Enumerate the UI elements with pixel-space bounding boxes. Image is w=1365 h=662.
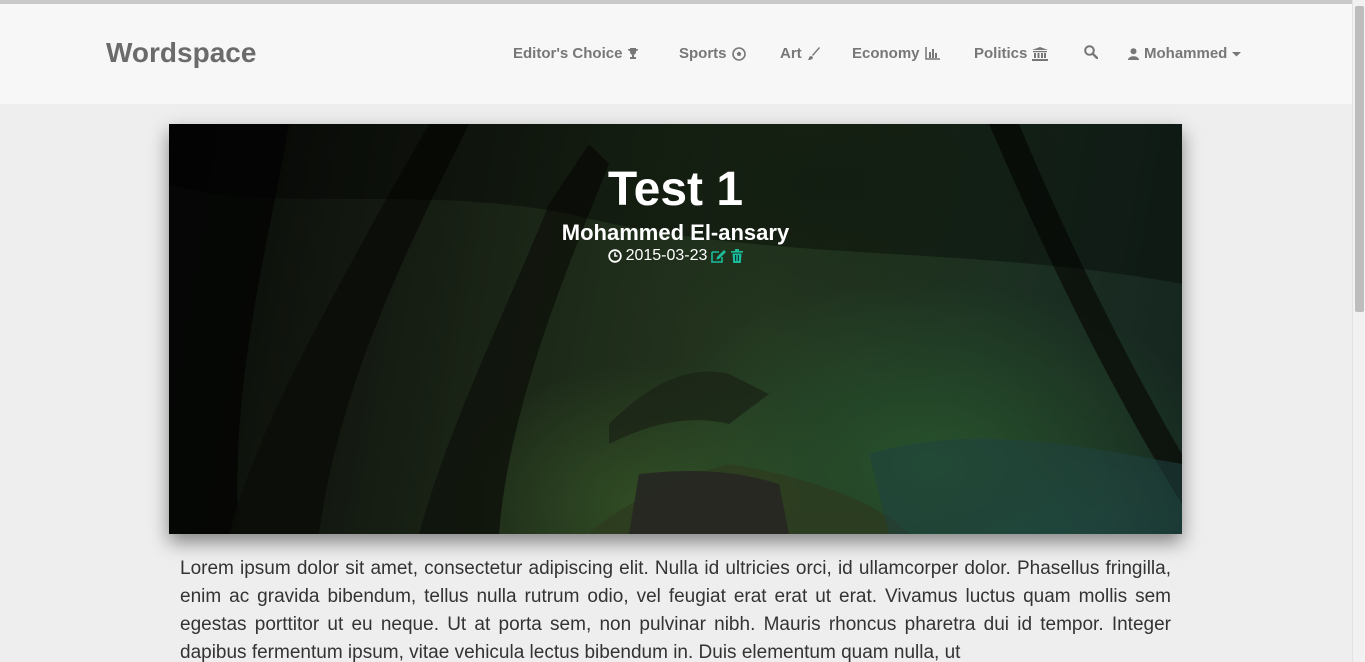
nav-item-economy[interactable]: Economy	[852, 45, 940, 62]
post-date: 2015-03-23	[625, 247, 708, 264]
caret-down-icon	[1232, 51, 1242, 57]
nav-item-sports[interactable]: Sports	[679, 45, 746, 62]
post-body: Lorem ipsum dolor sit amet, consectetur …	[180, 558, 1171, 662]
clock-icon	[607, 249, 622, 263]
nav-item-label: Editor's Choice	[513, 45, 623, 62]
user-menu-label: Mohammed	[1144, 45, 1228, 62]
trash-icon[interactable]	[731, 249, 744, 263]
user-icon	[1128, 47, 1139, 60]
post-title: Test 1	[607, 163, 744, 216]
paint-brush-icon	[807, 46, 821, 61]
nav-item-editors-choice[interactable]: Editor's Choice	[513, 45, 639, 62]
nav-item-art[interactable]: Art	[780, 45, 821, 62]
post-author[interactable]: Mohammed El-ansary	[169, 220, 1182, 246]
search-button[interactable]	[1084, 45, 1098, 59]
navbar: Wordspace Editor's Choice Sports Art Eco…	[0, 4, 1352, 104]
post-hero-banner: Test 1 Mohammed El-ansary 2015-03-23	[169, 124, 1182, 534]
nav-item-politics[interactable]: Politics	[974, 45, 1049, 62]
nav-item-label: Sports	[679, 45, 727, 62]
trophy-icon	[627, 47, 639, 60]
post-meta: 2015-03-23	[169, 247, 1182, 265]
edit-icon[interactable]	[711, 249, 727, 263]
user-menu-dropdown[interactable]: Mohammed	[1128, 45, 1242, 62]
search-icon	[1084, 45, 1098, 59]
soccer-ball-icon	[731, 46, 746, 61]
nav-item-label: Politics	[974, 45, 1028, 62]
nav-item-label: Art	[780, 45, 802, 62]
nav-item-label: Economy	[852, 45, 920, 62]
bank-icon	[1032, 46, 1049, 61]
bar-chart-icon	[924, 47, 940, 60]
brand-logo[interactable]: Wordspace	[106, 37, 256, 69]
page-scrollbar[interactable]	[1352, 0, 1365, 662]
scrollbar-thumb[interactable]	[1355, 6, 1364, 312]
